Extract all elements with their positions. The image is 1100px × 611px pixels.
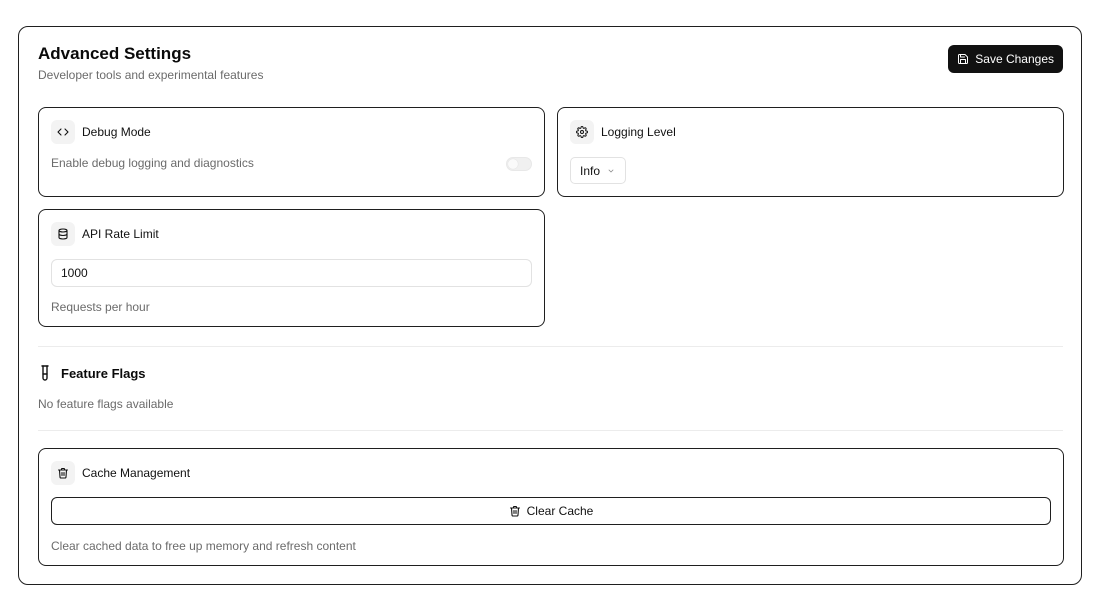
logging-level-card: Logging Level Info bbox=[557, 107, 1064, 197]
save-icon bbox=[957, 53, 969, 65]
chevron-down-icon bbox=[607, 167, 615, 175]
cache-management-card: Cache Management Clear Cache Clear cache… bbox=[38, 448, 1064, 566]
api-rate-limit-hint: Requests per hour bbox=[51, 300, 150, 314]
trash-icon bbox=[509, 505, 521, 517]
feature-flags-empty: No feature flags available bbox=[38, 397, 174, 411]
logging-level-title: Logging Level bbox=[601, 125, 676, 139]
trash-icon bbox=[51, 461, 75, 485]
test-tube-icon bbox=[38, 365, 52, 381]
clear-cache-button[interactable]: Clear Cache bbox=[51, 497, 1051, 525]
api-rate-limit-title: API Rate Limit bbox=[82, 227, 159, 241]
logging-level-value: Info bbox=[580, 163, 601, 178]
section-divider bbox=[38, 430, 1063, 431]
cache-management-title: Cache Management bbox=[82, 466, 191, 480]
section-divider bbox=[38, 346, 1063, 347]
cache-management-description: Clear cached data to free up memory and … bbox=[51, 539, 356, 553]
feature-flags-title: Feature Flags bbox=[61, 365, 146, 381]
debug-mode-card: Debug Mode Enable debug logging and diag… bbox=[38, 107, 545, 197]
api-rate-limit-card: API Rate Limit Requests per hour bbox=[38, 209, 545, 327]
clear-cache-label: Clear Cache bbox=[526, 504, 594, 518]
database-icon bbox=[51, 222, 75, 246]
advanced-settings-panel: Advanced Settings Developer tools and ex… bbox=[18, 26, 1082, 585]
save-changes-button[interactable]: Save Changes bbox=[948, 45, 1063, 73]
debug-mode-description: Enable debug logging and diagnostics bbox=[51, 156, 254, 170]
debug-mode-title: Debug Mode bbox=[82, 125, 151, 139]
gear-icon bbox=[570, 120, 594, 144]
feature-flags-header: Feature Flags bbox=[38, 365, 146, 381]
save-changes-label: Save Changes bbox=[975, 52, 1054, 66]
page-title: Advanced Settings bbox=[38, 44, 192, 63]
logging-level-select[interactable]: Info bbox=[570, 157, 626, 184]
debug-mode-toggle[interactable] bbox=[506, 157, 532, 171]
api-rate-limit-input[interactable] bbox=[51, 259, 532, 287]
code-icon bbox=[51, 120, 75, 144]
page-subtitle: Developer tools and experimental feature… bbox=[38, 68, 264, 82]
